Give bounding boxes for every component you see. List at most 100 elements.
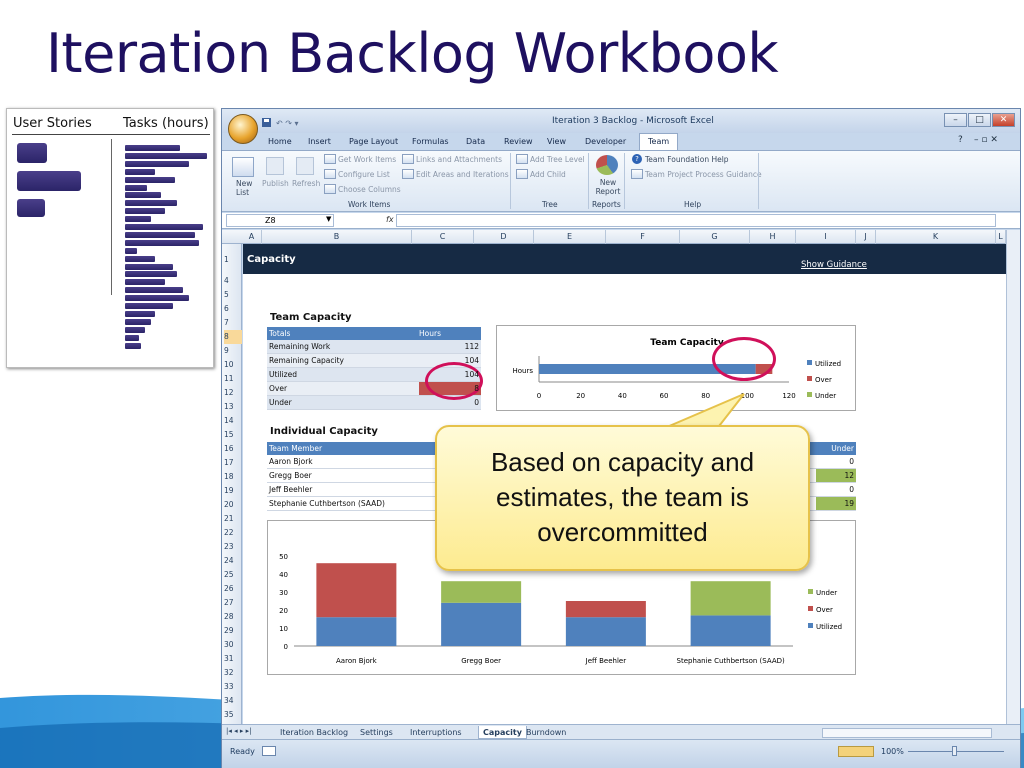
row-header[interactable]: 27 <box>224 596 242 610</box>
row-header[interactable]: 12 <box>224 386 242 400</box>
row-header[interactable]: 15 <box>224 428 242 442</box>
formula-input[interactable] <box>396 214 996 227</box>
quick-access-toolbar[interactable]: ↶ ↷ ▾ <box>260 114 330 129</box>
column-header[interactable]: G <box>680 230 750 244</box>
row-header[interactable]: 11 <box>224 372 242 386</box>
row-header[interactable]: 22 <box>224 526 242 540</box>
sheet-tab-burndown[interactable]: Burndown <box>526 726 566 739</box>
under-value: 19 <box>844 499 854 508</box>
column-header[interactable]: D <box>474 230 534 244</box>
column-header[interactable]: A <box>242 230 262 244</box>
tab-team[interactable]: Team <box>639 133 679 151</box>
links-attachments-button[interactable]: Links and Attachments <box>416 155 502 164</box>
minimize-button[interactable]: – <box>944 113 967 127</box>
table-row[interactable]: Remaining Work 112 <box>267 340 481 354</box>
column-header[interactable]: C <box>412 230 474 244</box>
new-report-icon[interactable] <box>596 155 618 175</box>
row-header[interactable]: 29 <box>224 624 242 638</box>
tab-developer[interactable]: Developer <box>585 134 626 149</box>
tab-view[interactable]: View <box>547 134 566 149</box>
new-list-button[interactable]: New List <box>236 179 264 197</box>
column-header[interactable]: J <box>856 230 876 244</box>
row-header[interactable]: 34 <box>224 694 242 708</box>
show-guidance-link[interactable]: Show Guidance <box>801 260 867 270</box>
maximize-button[interactable]: □ <box>968 113 991 127</box>
column-header[interactable]: H <box>750 230 796 244</box>
configure-list-button[interactable]: Configure List <box>338 170 390 179</box>
sheet-tab-capacity[interactable]: Capacity <box>478 726 527 739</box>
row-header[interactable]: 19 <box>224 484 242 498</box>
chevron-down-icon[interactable]: ▼ <box>326 215 331 223</box>
new-report-button[interactable]: New Report <box>593 178 623 196</box>
tab-page-layout[interactable]: Page Layout <box>349 134 398 149</box>
macro-record-icon[interactable] <box>262 746 276 756</box>
row-header[interactable]: 5 <box>224 288 242 302</box>
sheet-nav-arrows[interactable]: |◂ ◂ ▸ ▸| <box>226 727 251 735</box>
row-header[interactable]: 13 <box>224 400 242 414</box>
add-tree-level-button[interactable]: Add Tree Level <box>530 155 585 164</box>
column-header[interactable]: E <box>534 230 606 244</box>
office-button[interactable] <box>228 114 258 144</box>
fx-icon[interactable]: fx <box>386 215 394 224</box>
name-box[interactable]: Z8 <box>226 214 334 227</box>
edit-areas-button[interactable]: Edit Areas and Iterations <box>416 170 509 179</box>
sheet-tab-interruptions[interactable]: Interruptions <box>410 726 462 739</box>
vertical-scrollbar[interactable] <box>1006 230 1020 724</box>
publish-button[interactable]: Publish <box>262 179 289 188</box>
row-header[interactable]: 30 <box>224 638 242 652</box>
row-header[interactable]: 6 <box>224 302 242 316</box>
sheet-tab-iteration-backlog[interactable]: Iteration Backlog <box>280 726 348 739</box>
row-header[interactable]: 23 <box>224 540 242 554</box>
row-label: Over <box>269 384 288 393</box>
refresh-button[interactable]: Refresh <box>292 179 320 188</box>
close-button[interactable]: ✕ <box>992 113 1015 127</box>
task-bar <box>125 192 161 199</box>
row-header[interactable]: 9 <box>224 344 242 358</box>
ribbon-window-controls[interactable]: – ▫ ✕ <box>974 135 998 145</box>
publish-icon[interactable] <box>266 157 284 175</box>
row-header[interactable]: 10 <box>224 358 242 372</box>
row-header[interactable]: 31 <box>224 652 242 666</box>
tab-review[interactable]: Review <box>504 134 533 149</box>
row-header[interactable]: 28 <box>224 610 242 624</box>
row-header[interactable]: 32 <box>224 666 242 680</box>
tab-formulas[interactable]: Formulas <box>412 134 449 149</box>
zoom-slider-thumb[interactable] <box>952 746 957 756</box>
add-child-button[interactable]: Add Child <box>530 170 566 179</box>
sheet-tab-settings[interactable]: Settings <box>360 726 393 739</box>
row-header[interactable]: 14 <box>224 414 242 428</box>
new-list-icon[interactable] <box>232 157 254 177</box>
refresh-icon[interactable] <box>296 157 314 175</box>
row-header[interactable]: 17 <box>224 456 242 470</box>
column-header[interactable]: B <box>262 230 412 244</box>
column-header[interactable]: K <box>876 230 996 244</box>
process-guidance-button[interactable]: Team Project Process Guidance <box>645 170 762 179</box>
group-separator <box>758 153 759 209</box>
horizontal-scrollbar[interactable] <box>822 728 992 738</box>
column-header[interactable]: F <box>606 230 680 244</box>
row-header[interactable]: 24 <box>224 554 242 568</box>
save-icon[interactable]: ↶ ↷ ▾ <box>260 117 330 129</box>
tab-data[interactable]: Data <box>466 134 485 149</box>
row-header[interactable]: 18 <box>224 470 242 484</box>
choose-columns-button[interactable]: Choose Columns <box>338 185 401 194</box>
row-header[interactable]: 21 <box>224 512 242 526</box>
help-icon[interactable]: ? <box>958 135 963 145</box>
row-header[interactable]: 16 <box>224 442 242 456</box>
row-header[interactable]: 4 <box>224 274 242 288</box>
row-header[interactable]: 8 <box>224 330 242 344</box>
row-header[interactable]: 1 <box>224 253 242 267</box>
row-header[interactable]: 26 <box>224 582 242 596</box>
team-foundation-help-button[interactable]: Team Foundation Help <box>645 155 729 164</box>
column-header[interactable]: L <box>996 230 1006 244</box>
page-view-buttons[interactable] <box>838 746 874 757</box>
tab-home[interactable]: Home <box>268 134 292 149</box>
tab-insert[interactable]: Insert <box>308 134 331 149</box>
row-header[interactable]: 33 <box>224 680 242 694</box>
row-header[interactable]: 35 <box>224 708 242 722</box>
row-header[interactable]: 7 <box>224 316 242 330</box>
row-header[interactable]: 20 <box>224 498 242 512</box>
column-header[interactable]: I <box>796 230 856 244</box>
row-header[interactable]: 25 <box>224 568 242 582</box>
get-work-items-button[interactable]: Get Work Items <box>338 155 396 164</box>
